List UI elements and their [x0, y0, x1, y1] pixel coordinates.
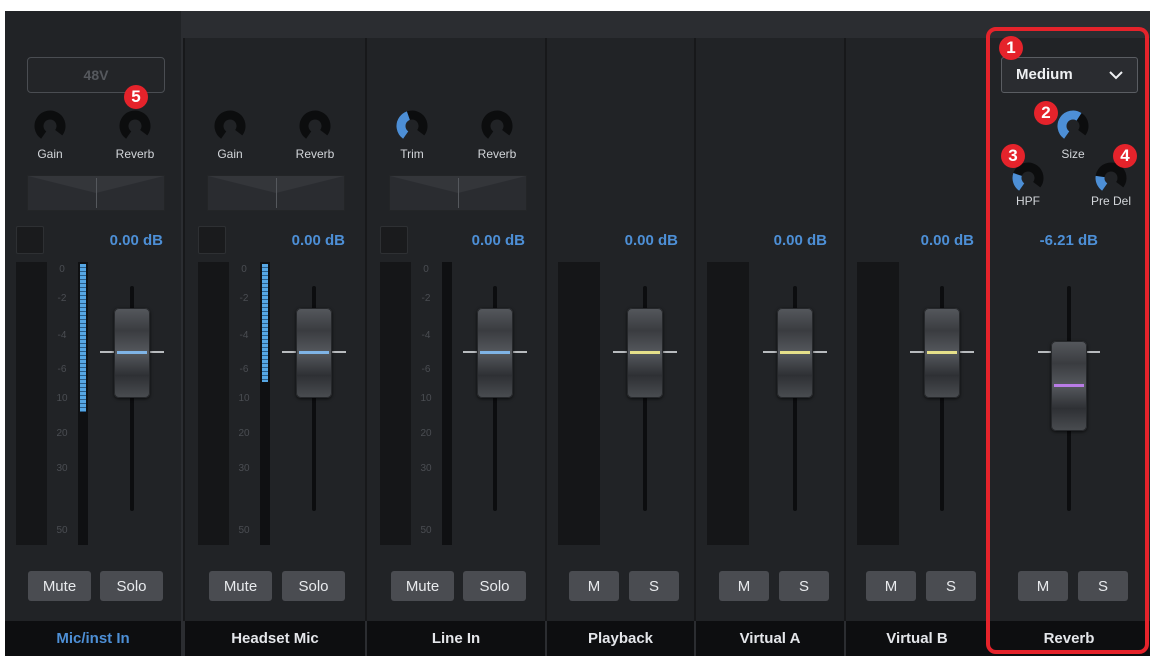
level-meter-bar [78, 262, 88, 545]
channel-name[interactable]: Virtual B [846, 621, 988, 656]
channel-level-readout: 0.00 dB [920, 232, 974, 249]
channel-strip-headset-mic: Gain Reverb 0.00 dB 0 -2 -4 -6 10 20 30 … [185, 11, 365, 656]
meter-tick: 0 [241, 264, 247, 275]
clip-indicator [16, 226, 44, 254]
meter-tick: -6 [57, 364, 67, 375]
mixer-panel: 48V Gain Reverb 0.00 dB 0 -2 -4 -6 10 20… [5, 11, 1150, 656]
channel-fader[interactable] [924, 308, 960, 398]
solo-button[interactable]: S [926, 571, 976, 601]
level-meter [16, 262, 47, 545]
mute-button[interactable]: Mute [209, 571, 272, 601]
meter-tick: 50 [56, 525, 68, 536]
meter-tick: -4 [239, 330, 249, 341]
channel-strip-virtual-b: 0.00 dB M S Virtual B [846, 11, 988, 656]
channel-fader[interactable] [296, 308, 332, 398]
trim-knob[interactable] [395, 109, 429, 143]
channel-strip-line-in: Trim Reverb 0.00 dB 0 -2 -4 -6 10 20 30 … [367, 11, 545, 656]
meter-tick: 10 [420, 393, 432, 404]
gain-knob[interactable] [213, 109, 247, 143]
reverb-send-knob[interactable] [298, 109, 332, 143]
level-meter [198, 262, 229, 545]
meter-tick: -2 [57, 293, 67, 304]
pan-slider[interactable] [207, 175, 345, 211]
channel-strip-virtual-a: 0.00 dB M S Virtual A [696, 11, 844, 656]
channel-strip-playback: 0.00 dB M S Playback [547, 11, 694, 656]
channel-name[interactable]: Headset Mic [185, 621, 365, 656]
reverb-send-knob[interactable] [118, 109, 152, 143]
reverb-send-label: Reverb [477, 147, 517, 161]
meter-tick: 30 [238, 463, 250, 474]
meter-tick: -2 [421, 293, 431, 304]
meter-tick: -2 [239, 293, 249, 304]
pan-slider[interactable] [27, 175, 165, 211]
channel-fader[interactable] [777, 308, 813, 398]
meter-tick: 0 [423, 264, 429, 275]
callout-badge: 5 [124, 85, 148, 109]
trim-label: Trim [400, 147, 424, 161]
meter-tick: -6 [421, 364, 431, 375]
meter-tick: 0 [59, 264, 65, 275]
meter-tick: 10 [56, 393, 68, 404]
channel-name[interactable]: Line In [367, 621, 545, 656]
channel-name[interactable]: Virtual A [696, 621, 844, 656]
meter-tick: -4 [57, 330, 67, 341]
clip-indicator [198, 226, 226, 254]
solo-button[interactable]: Solo [282, 571, 345, 601]
channel-fader[interactable] [477, 308, 513, 398]
level-meter [380, 262, 411, 545]
channel-level-readout: 0.00 dB [471, 232, 525, 249]
reverb-send-knob[interactable] [480, 109, 514, 143]
clip-indicator [380, 226, 408, 254]
level-meter-bar [260, 262, 270, 545]
level-meter [558, 262, 600, 545]
channel-level-readout: 0.00 dB [109, 232, 163, 249]
channel-name[interactable]: Mic/inst In [5, 621, 181, 656]
gain-knob[interactable] [33, 109, 67, 143]
meter-tick: 20 [420, 428, 432, 439]
channel-name[interactable]: Playback [547, 621, 694, 656]
reverb-highlight-frame [986, 27, 1149, 654]
solo-button[interactable]: S [779, 571, 829, 601]
channel-level-readout: 0.00 dB [624, 232, 678, 249]
meter-tick: -6 [239, 364, 249, 375]
gain-label: Gain [37, 147, 63, 161]
level-meter [707, 262, 749, 545]
callout-badge: 2 [1034, 101, 1058, 125]
meter-tick: 50 [238, 525, 250, 536]
phantom-power-label: 48V [83, 67, 109, 83]
callout-badge: 1 [999, 36, 1023, 60]
mute-button[interactable]: M [719, 571, 769, 601]
meter-tick: 20 [238, 428, 250, 439]
solo-button[interactable]: S [629, 571, 679, 601]
pan-slider[interactable] [389, 175, 527, 211]
solo-button[interactable]: Solo [100, 571, 163, 601]
solo-button[interactable]: Solo [463, 571, 526, 601]
meter-tick: 50 [420, 525, 432, 536]
meter-tick: -4 [421, 330, 431, 341]
channel-fader[interactable] [627, 308, 663, 398]
channel-fader[interactable] [114, 308, 150, 398]
mute-button[interactable]: Mute [391, 571, 454, 601]
channel-level-readout: 0.00 dB [291, 232, 345, 249]
level-meter-bar [442, 262, 452, 545]
mute-button[interactable]: M [569, 571, 619, 601]
mute-button[interactable]: M [866, 571, 916, 601]
reverb-send-label: Reverb [295, 147, 335, 161]
gain-label: Gain [217, 147, 243, 161]
level-meter [857, 262, 899, 545]
callout-badge: 4 [1113, 144, 1137, 168]
mute-button[interactable]: Mute [28, 571, 91, 601]
meter-tick: 20 [56, 428, 68, 439]
meter-tick: 10 [238, 393, 250, 404]
reverb-send-label: Reverb [115, 147, 155, 161]
meter-tick: 30 [56, 463, 68, 474]
callout-badge: 3 [1001, 144, 1025, 168]
meter-tick: 30 [420, 463, 432, 474]
channel-strip-mic-inst: 48V Gain Reverb 0.00 dB 0 -2 -4 -6 10 20… [5, 11, 181, 656]
channel-level-readout: 0.00 dB [773, 232, 827, 249]
